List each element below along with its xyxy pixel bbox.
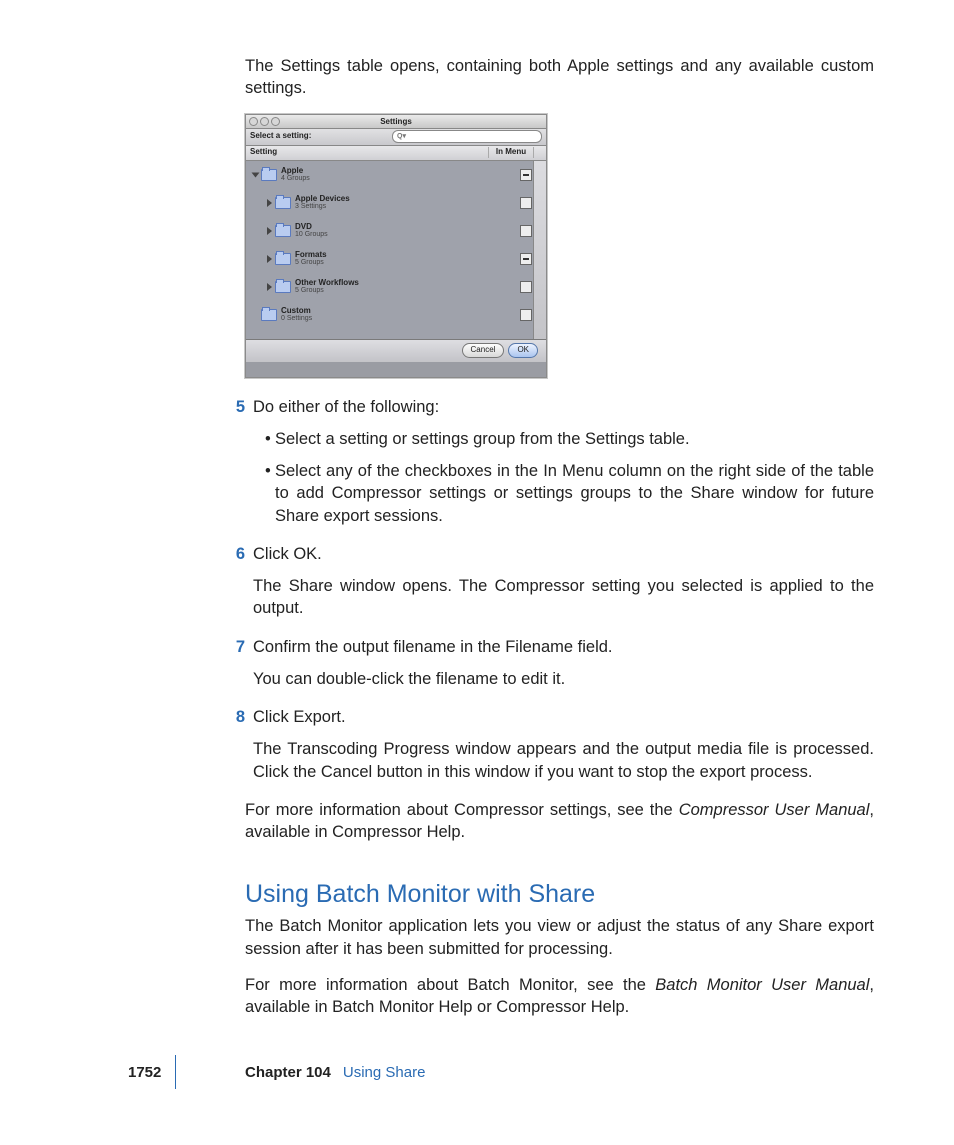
in-menu-checkbox[interactable] (520, 309, 532, 321)
tree-row[interactable]: Other Workflows5 Groups (246, 273, 546, 301)
tree-item-name: DVD (295, 223, 328, 231)
bullet-text: Select any of the checkboxes in the In M… (275, 460, 874, 527)
folder-icon (261, 309, 277, 321)
section-heading: Using Batch Monitor with Share (245, 878, 874, 912)
step-6: 6 Click OK. The Share window opens. The … (245, 543, 874, 630)
tree-item-sub: 5 Groups (295, 259, 327, 266)
ok-button[interactable]: OK (508, 343, 538, 358)
step-number: 5 (225, 396, 253, 537)
settings-tree[interactable]: Apple4 GroupsApple Devices3 SettingsDVD1… (246, 161, 546, 340)
bullet-dot-icon: • (265, 428, 275, 450)
tree-item-name: Custom (281, 307, 312, 315)
search-field[interactable]: Q▾ (392, 130, 542, 143)
tree-row[interactable]: Apple4 Groups (246, 161, 546, 189)
tree-item-name: Apple Devices (295, 195, 350, 203)
table-header: Setting In Menu (246, 146, 546, 161)
in-menu-checkbox[interactable] (520, 169, 532, 181)
disclosure-triangle-icon[interactable] (252, 172, 260, 177)
step-follow: The Transcoding Progress window appears … (253, 738, 874, 783)
folder-icon (275, 253, 291, 265)
tree-item-name: Formats (295, 251, 327, 259)
button-bar: Cancel OK (246, 340, 546, 362)
bullet: • Select any of the checkboxes in the In… (265, 460, 874, 527)
scrollbar[interactable] (533, 161, 546, 339)
step-follow: You can double-click the filename to edi… (253, 668, 874, 690)
folder-icon (275, 281, 291, 293)
tree-row[interactable]: DVD10 Groups (246, 217, 546, 245)
select-row: Select a setting: Q▾ (246, 129, 546, 146)
closing-paragraph: For more information about Compressor se… (245, 799, 874, 844)
folder-icon (275, 197, 291, 209)
window-titlebar: Settings (246, 115, 546, 129)
batch-paragraph-1: The Batch Monitor application lets you v… (245, 915, 874, 960)
step-8: 8 Click Export. The Transcoding Progress… (245, 706, 874, 793)
window-title: Settings (380, 117, 412, 126)
tree-item-name: Apple (281, 167, 310, 175)
search-icon: Q▾ (397, 132, 406, 141)
manual-title: Compressor User Manual (679, 801, 870, 819)
tree-item-sub: 10 Groups (295, 231, 328, 238)
page-number: 1752 (128, 1063, 161, 1083)
disclosure-triangle-icon[interactable] (267, 255, 272, 263)
intro-paragraph: The Settings table opens, containing bot… (245, 55, 874, 100)
folder-icon (275, 225, 291, 237)
settings-window: Settings Select a setting: Q▾ Setting In… (245, 114, 547, 378)
traffic-lights (249, 117, 280, 126)
step-lead: Do either of the following: (253, 396, 874, 418)
in-menu-checkbox[interactable] (520, 253, 532, 265)
tree-row[interactable]: Custom0 Settings (246, 301, 546, 329)
step-lead: Click Export. (253, 706, 874, 728)
bullet-dot-icon: • (265, 460, 275, 527)
in-menu-checkbox[interactable] (520, 197, 532, 209)
disclosure-triangle-icon[interactable] (267, 199, 272, 207)
step-number: 6 (225, 543, 253, 630)
batch-paragraph-2: For more information about Batch Monitor… (245, 974, 874, 1019)
tree-row[interactable]: Formats5 Groups (246, 245, 546, 273)
tree-item-sub: 4 Groups (281, 175, 310, 182)
step-5: 5 Do either of the following: • Select a… (245, 396, 874, 537)
tree-item-sub: 5 Groups (295, 287, 359, 294)
col-setting: Setting (246, 147, 489, 158)
col-in-menu: In Menu (489, 147, 534, 158)
tree-row[interactable]: Apple Devices3 Settings (246, 189, 546, 217)
chapter-label: Chapter 104Using Share (245, 1063, 425, 1083)
step-number: 8 (225, 706, 253, 793)
step-lead: Click OK. (253, 543, 874, 565)
in-menu-checkbox[interactable] (520, 225, 532, 237)
tree-item-name: Other Workflows (295, 279, 359, 287)
cancel-button[interactable]: Cancel (462, 343, 505, 358)
page-footer: 1752 Chapter 104Using Share (0, 1063, 954, 1093)
step-follow: The Share window opens. The Compressor s… (253, 575, 874, 620)
disclosure-triangle-icon[interactable] (267, 283, 272, 291)
footer-rule (175, 1055, 176, 1089)
bullet: • Select a setting or settings group fro… (265, 428, 874, 450)
step-number: 7 (225, 636, 253, 701)
folder-icon (261, 169, 277, 181)
step-7: 7 Confirm the output filename in the Fil… (245, 636, 874, 701)
select-label: Select a setting: (250, 131, 311, 142)
disclosure-triangle-icon[interactable] (267, 227, 272, 235)
in-menu-checkbox[interactable] (520, 281, 532, 293)
tree-item-sub: 0 Settings (281, 315, 312, 322)
step-lead: Confirm the output filename in the Filen… (253, 636, 874, 658)
tree-item-sub: 3 Settings (295, 203, 350, 210)
manual-title: Batch Monitor User Manual (655, 976, 869, 994)
bullet-text: Select a setting or settings group from … (275, 428, 874, 450)
